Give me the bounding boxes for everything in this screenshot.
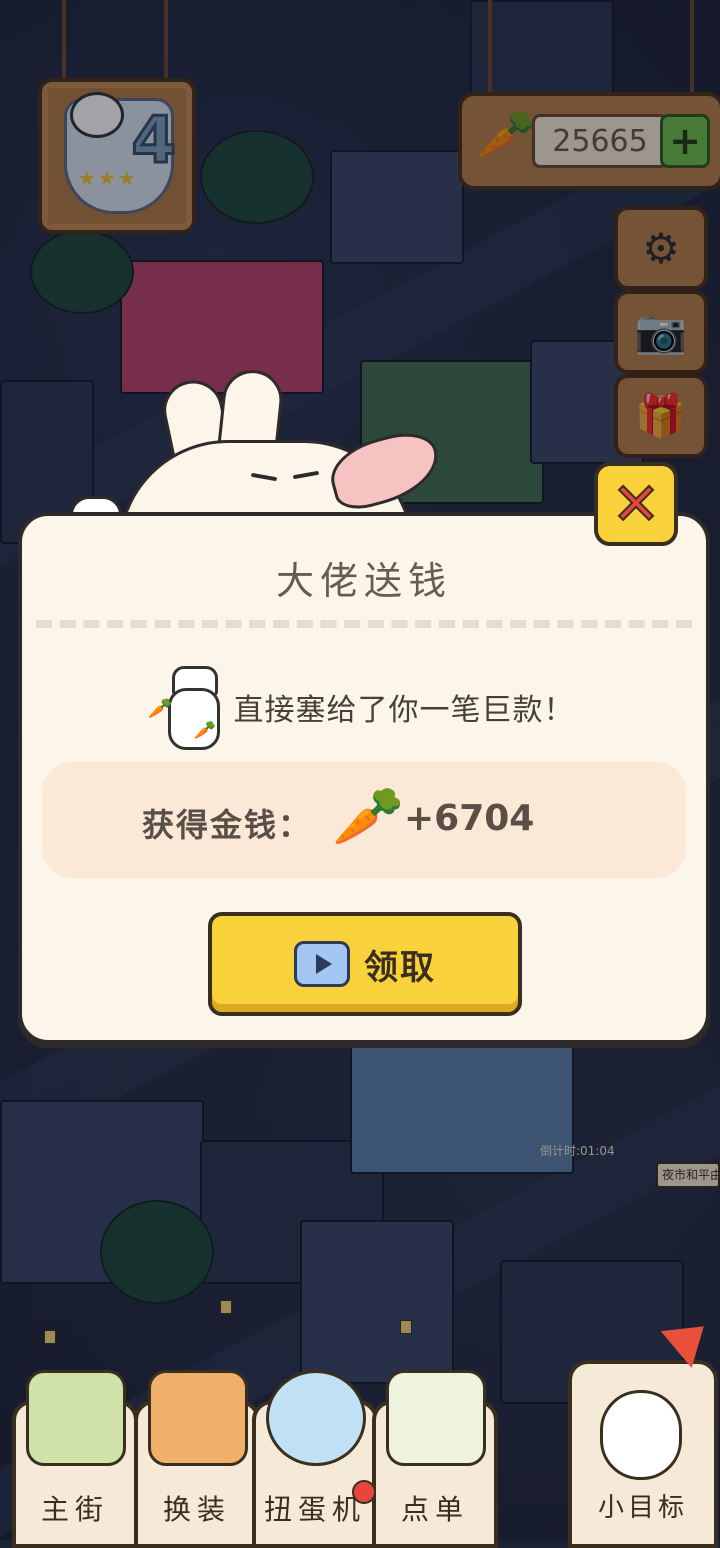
close-button[interactable]: ✕ xyxy=(594,462,678,546)
nav-order[interactable]: 点单 xyxy=(372,1370,498,1548)
claim-label: 领取 xyxy=(364,947,436,988)
nav-label: 点单 xyxy=(400,1493,469,1526)
bunny-eye xyxy=(292,470,320,480)
close-icon: ✕ xyxy=(611,469,662,539)
gacha-machine-icon xyxy=(266,1370,366,1466)
nav-dress-up[interactable]: 换装 xyxy=(134,1370,260,1548)
claim-button[interactable]: 领取 xyxy=(208,912,522,1016)
divider xyxy=(36,620,692,628)
reward-amount: +6704 xyxy=(404,798,535,839)
reward-dialog: 大佬送钱 🥕 🥕 直接塞给了你一笔巨款！ 获得金钱： 🥕 +6704 领取 xyxy=(18,512,710,1044)
dialog-description: 直接塞给了你一笔巨款！ xyxy=(233,693,575,728)
description-row: 🥕 🥕 直接塞给了你一笔巨款！ xyxy=(22,666,706,750)
reward-label: 获得金钱： xyxy=(142,806,313,844)
video-ad-icon xyxy=(294,941,350,987)
dialog-title: 大佬送钱 xyxy=(275,559,452,603)
map-icon xyxy=(26,1370,126,1466)
bunny-eye xyxy=(250,472,278,482)
nav-label: 小目标 xyxy=(597,1493,688,1523)
paint-roller-icon xyxy=(148,1370,248,1466)
nav-label: 主街 xyxy=(40,1493,109,1526)
order-list-icon xyxy=(386,1370,486,1466)
nav-label: 换装 xyxy=(162,1493,231,1526)
nav-gacha[interactable]: 扭蛋机 xyxy=(252,1370,378,1548)
nav-small-goal[interactable]: 小目标 xyxy=(568,1308,720,1548)
nav-main-street[interactable]: 主街 xyxy=(12,1370,138,1548)
carrot-icon: 🥕 xyxy=(147,696,173,720)
bottom-nav: 主街 换装 扭蛋机 点单 小目标 xyxy=(0,1308,720,1548)
notification-dot xyxy=(352,1480,376,1504)
chef-bunny-icon: 🥕 🥕 xyxy=(148,666,226,750)
carrot-icon: 🥕 xyxy=(193,720,216,741)
reward-box: 获得金钱： 🥕 +6704 xyxy=(42,762,686,878)
carrot-icon: 🥕 xyxy=(332,782,405,850)
paw-icon xyxy=(600,1390,682,1480)
